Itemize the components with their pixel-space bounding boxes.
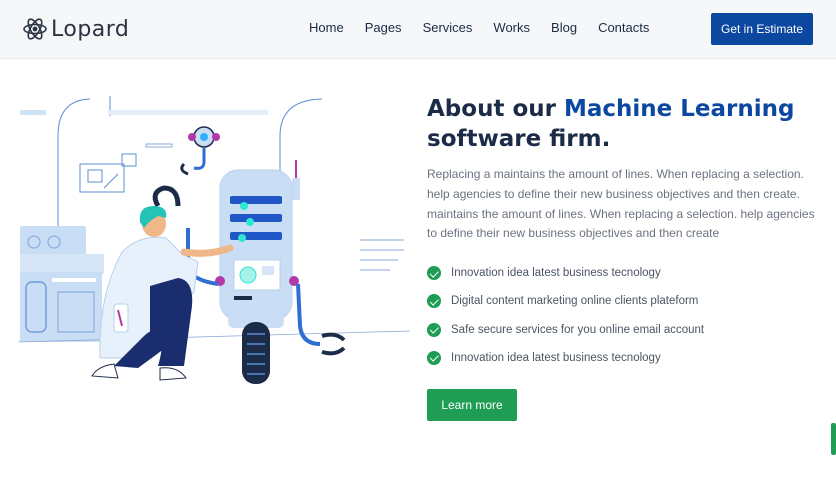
feature-list: Innovation idea latest business tecnolog… [427,259,704,372]
nav-link-works[interactable]: Works [493,20,530,35]
about-headline: About our Machine Learning software firm… [427,94,817,154]
feature-text: Digital content marketing online clients… [451,295,699,308]
check-circle-icon [427,266,441,281]
feature-item: Innovation idea latest business tecnolog… [427,259,704,287]
navbar: Lopard Home Pages Services Works Blog Co… [0,0,836,59]
headline-accent: Machine Learning [563,96,795,122]
check-circle-icon [427,351,441,366]
brand-name: Lopard [51,16,130,42]
feature-item: Innovation idea latest business tecnolog… [427,344,704,372]
scroll-to-top-tab[interactable] [831,423,836,455]
headline-part-1: About our [427,96,564,122]
feature-item: Digital content marketing online clients… [427,287,704,315]
nav-link-home[interactable]: Home [309,20,344,35]
feature-text: Innovation idea latest business tecnolog… [451,267,661,280]
nav-link-contacts[interactable]: Contacts [598,20,649,35]
nav-link-services[interactable]: Services [423,20,473,35]
atom-icon [23,18,47,40]
check-circle-icon [427,322,441,337]
nav-link-blog[interactable]: Blog [551,20,577,35]
engineer-robot-illustration [18,96,410,384]
about-paragraph: Replacing a maintains the amount of line… [427,167,815,241]
feature-text: Safe secure services for you online emai… [451,323,705,336]
main-nav: Home Pages Services Works Blog Contacts [309,20,649,35]
feature-text: Innovation idea latest business tecnolog… [451,352,661,365]
brand-logo[interactable]: Lopard [22,14,129,44]
check-circle-icon [427,294,441,309]
nav-link-pages[interactable]: Pages [365,20,402,35]
feature-item: Safe secure services for you online emai… [427,316,704,344]
learn-more-button[interactable]: Learn more [427,389,517,421]
headline-part-2: software firm. [427,126,611,152]
get-estimate-button[interactable]: Get in Estimate [711,13,813,45]
